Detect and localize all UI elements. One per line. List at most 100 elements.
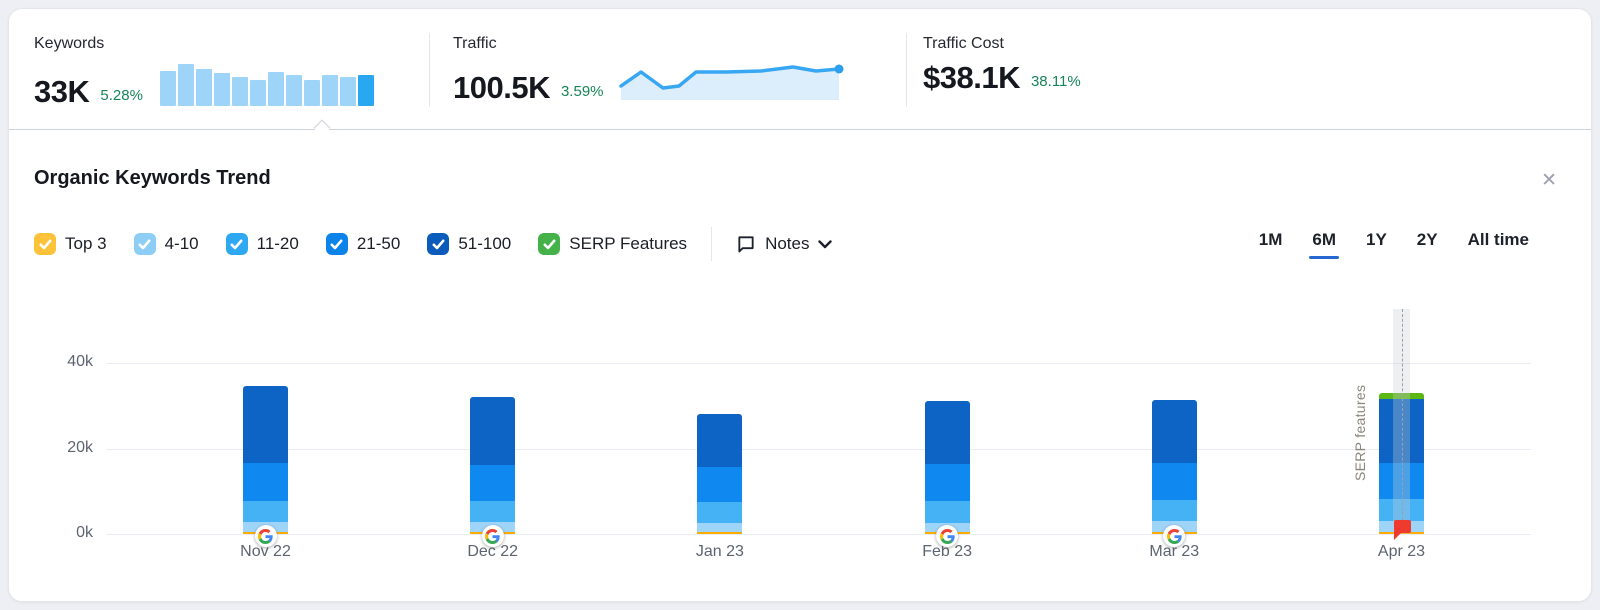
range-tab-label: All time [1468, 230, 1529, 249]
stacked-bar-mar-23[interactable] [1152, 400, 1197, 534]
keywords-mini-bar [340, 77, 356, 106]
checkbox-icon[interactable] [538, 233, 560, 255]
traffic-cost-label: Traffic Cost [923, 35, 1081, 53]
keywords-mini-bar [250, 80, 266, 106]
bar-segment-4-10 [697, 523, 742, 532]
legend-item-21-50[interactable]: 21-50 [326, 233, 400, 255]
checkbox-icon[interactable] [326, 233, 348, 255]
organic-research-panel: Keywords 33K 5.28% Traffic 100.5K 3.59% … [8, 8, 1592, 602]
notes-label: Notes [765, 234, 809, 254]
legend-item-51-100[interactable]: 51-100 [427, 233, 511, 255]
bar-segment-51-100 [243, 386, 288, 463]
y-axis-label: 20k [27, 439, 93, 457]
keywords-mini-bar [178, 64, 194, 106]
gridline [106, 363, 1531, 364]
range-tab-all-time[interactable]: All time [1468, 230, 1529, 259]
gridline [106, 534, 1531, 535]
active-tab-underline [1309, 256, 1339, 259]
page-title: Organic Keywords Trend [34, 167, 271, 190]
note-flag-tail [1394, 532, 1402, 540]
traffic-change: 3.59% [561, 83, 604, 102]
traffic-cost-value: $38.1K [923, 64, 1020, 92]
legend-item-serp-features[interactable]: SERP Features [538, 233, 687, 255]
traffic-value: 100.5K [453, 74, 550, 102]
bar-segment-11-20 [925, 501, 970, 523]
stacked-bar-jan-23[interactable] [697, 414, 742, 534]
bar-segment-21-50 [697, 467, 742, 502]
legend-label: 4-10 [165, 234, 199, 254]
keywords-mini-bar [268, 72, 284, 106]
keywords-mini-bar [214, 73, 230, 106]
stacked-bar-feb-23[interactable] [925, 401, 970, 534]
checkbox-icon[interactable] [34, 233, 56, 255]
keywords-label: Keywords [34, 35, 374, 53]
legend-item-4-10[interactable]: 4-10 [134, 233, 199, 255]
keywords-value: 33K [34, 78, 89, 106]
stacked-bar-dec-22[interactable] [470, 397, 515, 534]
bar-segment-51-100 [697, 414, 742, 467]
selected-metric-notch [314, 120, 331, 137]
range-tab-1y[interactable]: 1Y [1366, 230, 1387, 259]
metric-tab-traffic[interactable]: Traffic 100.5K 3.59% [453, 35, 847, 102]
range-tab-label: 2Y [1417, 230, 1438, 249]
legend-label: 51-100 [458, 234, 511, 254]
traffic-cost-change: 38.11% [1031, 73, 1081, 92]
range-tab-label: 6M [1312, 230, 1336, 249]
notes-button[interactable]: Notes [736, 234, 832, 254]
keywords-change: 5.28% [100, 87, 143, 106]
checkbox-icon[interactable] [427, 233, 449, 255]
keywords-mini-bar [322, 75, 338, 106]
range-tab-1m[interactable]: 1M [1259, 230, 1283, 259]
metric-tab-keywords[interactable]: Keywords 33K 5.28% [34, 35, 374, 106]
note-bubble-icon [736, 234, 756, 254]
bar-segment-top-3 [697, 532, 742, 534]
metric-divider [429, 33, 430, 107]
legend-item-11-20[interactable]: 11-20 [226, 233, 299, 255]
bar-segment-51-100 [470, 397, 515, 465]
x-axis-label: Apr 23 [1337, 543, 1467, 561]
checkbox-icon[interactable] [226, 233, 248, 255]
gridline [106, 449, 1531, 450]
chevron-down-icon [818, 240, 832, 249]
keywords-mini-bar [304, 80, 320, 106]
y-axis-label: 0k [27, 524, 93, 542]
google-icon[interactable] [482, 525, 504, 547]
keywords-mini-chart [160, 64, 374, 106]
traffic-label: Traffic [453, 35, 847, 53]
legend-label: Top 3 [65, 234, 107, 254]
range-tab-2y[interactable]: 2Y [1417, 230, 1438, 259]
range-tab-6m[interactable]: 6M [1312, 230, 1336, 259]
legend-item-top-3[interactable]: Top 3 [34, 233, 107, 255]
bar-segment-11-20 [470, 501, 515, 522]
bar-segment-21-50 [1152, 463, 1197, 500]
hover-guideline [1402, 309, 1403, 520]
legend-label: 21-50 [357, 234, 400, 254]
keywords-mini-bar [232, 77, 248, 106]
y-axis-label: 40k [27, 353, 93, 371]
keywords-mini-bar [286, 75, 302, 106]
metric-tab-traffic-cost[interactable]: Traffic Cost $38.1K 38.11% [923, 35, 1081, 92]
metric-divider [906, 33, 907, 107]
date-range-tabs: 1M 6M 1Y 2Y All time [1259, 230, 1529, 259]
google-icon[interactable] [936, 525, 958, 547]
close-icon[interactable]: ✕ [1541, 171, 1557, 190]
chart-legend: Top 3 4-10 11-20 21-50 51-100 SERP Features [34, 233, 687, 255]
metrics-divider [9, 129, 1591, 130]
x-axis-label: Jan 23 [655, 543, 785, 561]
bar-segment-11-20 [243, 501, 288, 522]
bar-segment-11-20 [697, 502, 742, 523]
keywords-mini-bar [196, 69, 212, 106]
range-tab-label: 1Y [1366, 230, 1387, 249]
bar-segment-51-100 [925, 401, 970, 464]
legend-label: SERP Features [569, 234, 687, 254]
google-icon[interactable] [255, 525, 277, 547]
bar-segment-51-100 [1152, 400, 1197, 463]
bar-segment-21-50 [470, 465, 515, 501]
keywords-mini-bar [358, 75, 374, 106]
checkbox-icon[interactable] [134, 233, 156, 255]
bar-segment-11-20 [1152, 500, 1197, 521]
legend-label: 11-20 [257, 234, 299, 254]
range-tab-label: 1M [1259, 230, 1283, 249]
stacked-bar-nov-22[interactable] [243, 386, 288, 534]
serp-features-annotation-label: SERP features [1352, 351, 1368, 481]
